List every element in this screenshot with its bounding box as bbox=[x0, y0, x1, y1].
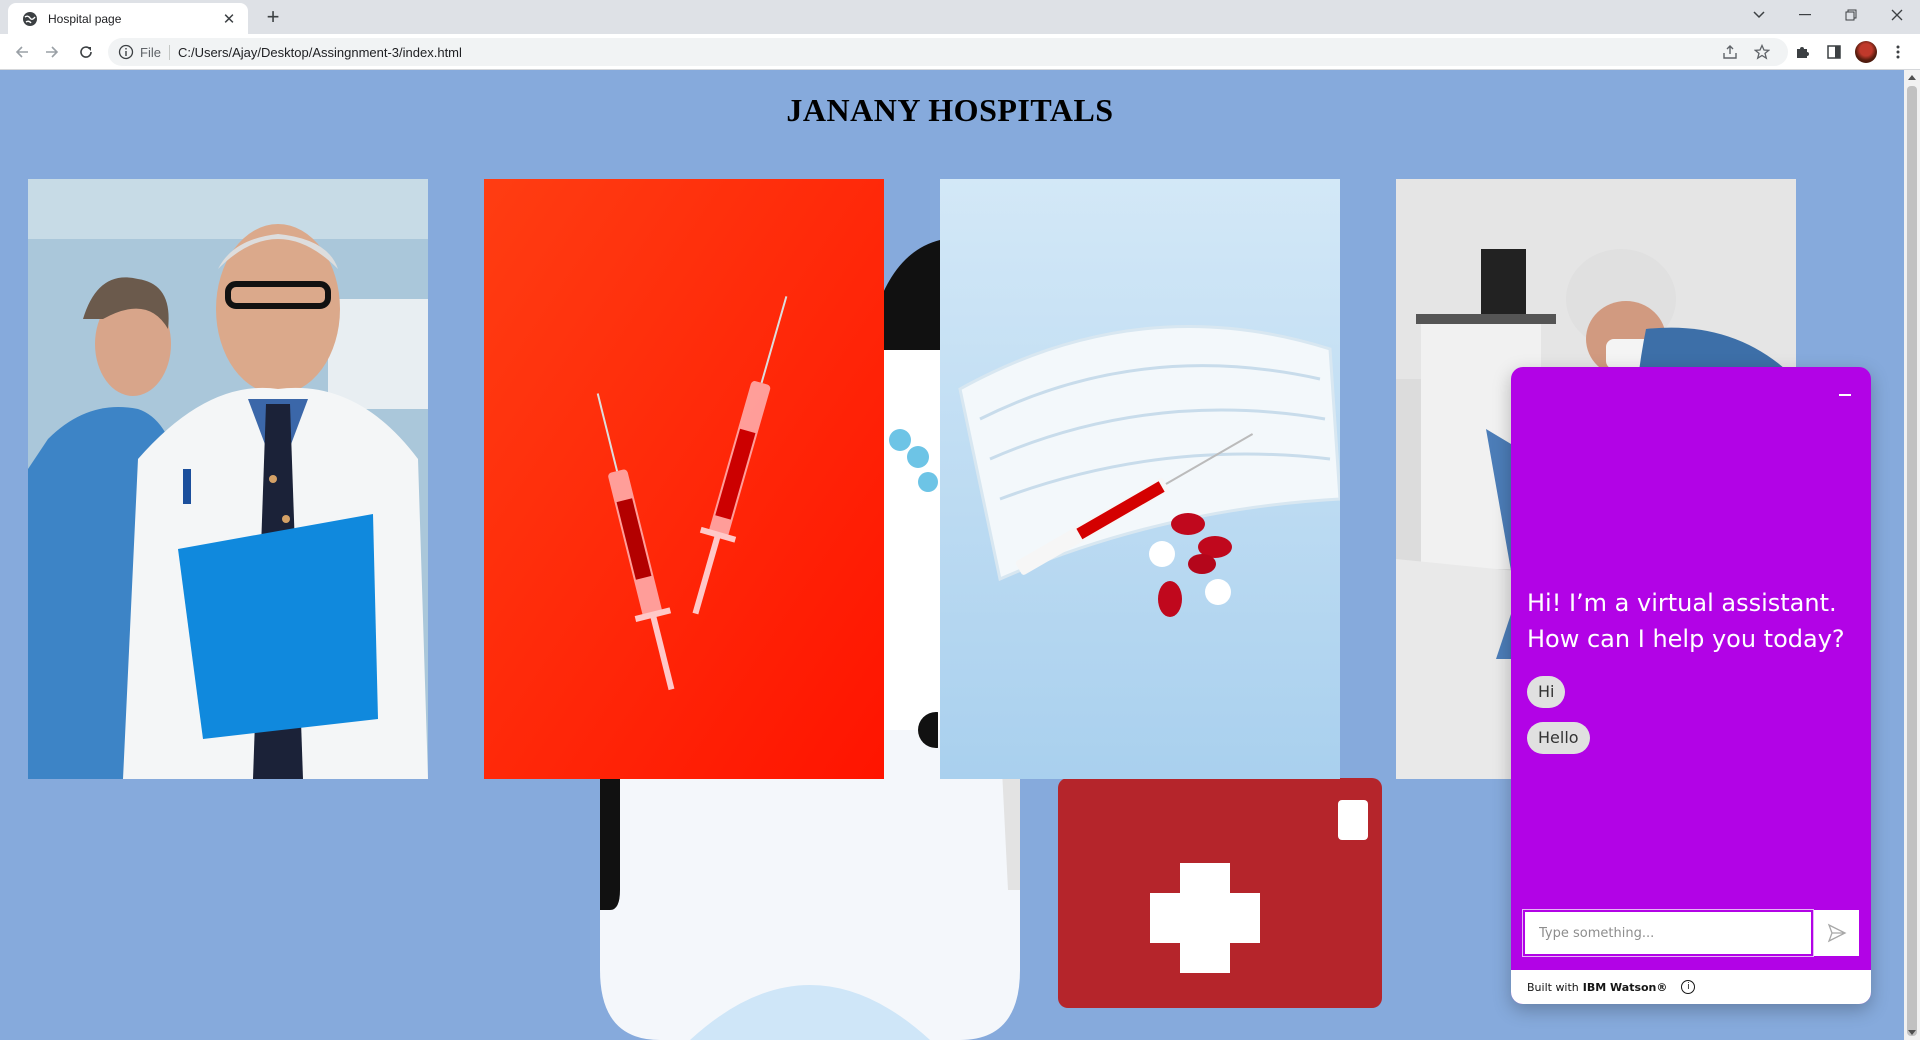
restore-window-button[interactable] bbox=[1828, 0, 1874, 30]
send-icon bbox=[1827, 923, 1846, 943]
chat-message-input[interactable] bbox=[1539, 925, 1811, 941]
extensions-puzzle-icon[interactable] bbox=[1790, 40, 1814, 64]
page-title: JANANY HOSPITALS bbox=[786, 92, 1114, 128]
quick-reply-option-hello[interactable]: Hello bbox=[1527, 722, 1590, 754]
vertical-scrollbar[interactable] bbox=[1904, 70, 1920, 1040]
footer-brand: IBM Watson® bbox=[1582, 980, 1668, 994]
doctor-nurse-photo bbox=[28, 179, 428, 779]
page-viewport: JANANY HOSPITALS Hi! I’m a virtual assis… bbox=[0, 70, 1920, 1040]
black-dot-decoration bbox=[918, 712, 938, 748]
syringes-red-photo bbox=[484, 179, 884, 779]
minimize-window-button[interactable] bbox=[1782, 0, 1828, 30]
forward-arrow-icon[interactable] bbox=[40, 40, 64, 64]
quick-reply-option-hi[interactable]: Hi bbox=[1527, 676, 1566, 708]
virtual-assistant-chat-window: Hi! I’m a virtual assistant. How can I h… bbox=[1511, 367, 1871, 1004]
url-text[interactable]: C:/Users/Ajay/Desktop/Assingnment-3/inde… bbox=[178, 45, 462, 60]
bookmark-star-icon[interactable] bbox=[1750, 40, 1774, 64]
chat-footer: Built with IBM Watson® i bbox=[1511, 970, 1871, 1004]
url-scheme-label: File bbox=[140, 44, 170, 60]
scrollbar-thumb[interactable] bbox=[1907, 86, 1917, 1036]
tab-title: Hospital page bbox=[48, 11, 122, 26]
minimize-chat-icon[interactable] bbox=[1837, 387, 1853, 403]
share-icon[interactable] bbox=[1718, 40, 1742, 64]
assistant-greeting-message: Hi! I’m a virtual assistant. How can I h… bbox=[1527, 589, 1845, 653]
profile-avatar[interactable] bbox=[1854, 40, 1878, 64]
send-message-button[interactable] bbox=[1814, 910, 1859, 956]
address-bar[interactable]: File C:/Users/Ajay/Desktop/Assingnment-3… bbox=[108, 38, 1788, 66]
browser-toolbar: File C:/Users/Ajay/Desktop/Assingnment-3… bbox=[0, 34, 1920, 70]
syringe-mask-pills-photo bbox=[940, 179, 1340, 779]
side-panel-icon[interactable] bbox=[1822, 40, 1846, 64]
scroll-up-arrow-icon[interactable] bbox=[1908, 75, 1916, 80]
site-info-icon[interactable] bbox=[118, 44, 134, 60]
browser-tab-active[interactable]: Hospital page ✕ bbox=[8, 3, 248, 34]
chat-input-container bbox=[1522, 909, 1814, 957]
close-window-button[interactable] bbox=[1874, 0, 1920, 30]
kebab-menu-icon[interactable] bbox=[1886, 40, 1910, 64]
tab-search-chevron-icon[interactable] bbox=[1736, 0, 1782, 30]
browser-tab-strip: Hospital page ✕ + bbox=[0, 0, 1920, 34]
back-arrow-icon[interactable] bbox=[10, 40, 34, 64]
scroll-down-arrow-icon[interactable] bbox=[1908, 1030, 1916, 1035]
teal-dots-decoration bbox=[889, 429, 938, 492]
globe-icon bbox=[23, 11, 37, 26]
reload-icon[interactable] bbox=[74, 40, 98, 64]
close-tab-icon[interactable]: ✕ bbox=[220, 10, 238, 28]
new-tab-button[interactable]: + bbox=[260, 6, 286, 30]
info-icon[interactable]: i bbox=[1681, 980, 1696, 994]
footer-prefix: Built with bbox=[1527, 980, 1579, 994]
